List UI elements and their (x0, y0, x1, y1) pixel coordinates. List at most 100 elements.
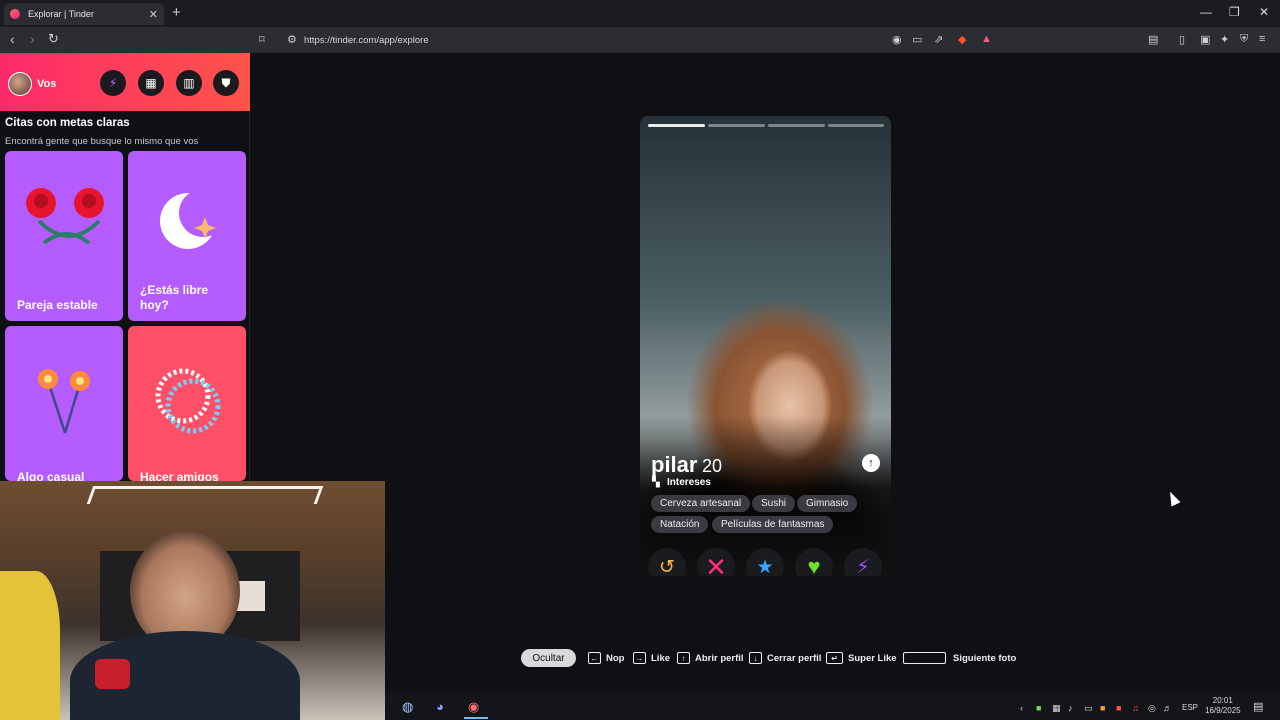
open-profile-icon[interactable]: ↑ (862, 454, 880, 472)
wallet-icon[interactable]: ▣ (1200, 33, 1210, 46)
brave-browser-icon[interactable]: ◉ (468, 699, 479, 715)
person-left-shirt (0, 571, 60, 720)
right-arrow-key-icon: → (633, 652, 646, 664)
card-pareja-estable[interactable]: Pareja estable (5, 151, 123, 321)
menu-icon[interactable]: ≡ (1259, 33, 1265, 45)
card-hacer-amigos[interactable]: Hacer amigos (128, 326, 246, 481)
steam-icon[interactable]: ◍ (402, 699, 413, 715)
language-indicator[interactable]: ESP (1182, 703, 1198, 712)
photo-indicator[interactable] (648, 124, 705, 127)
sparklers-icon (38, 369, 90, 434)
webcam-overlay (0, 481, 385, 720)
leo-ai-icon[interactable]: ✦ (1220, 33, 1229, 46)
left-arrow-key-icon: ← (588, 652, 601, 664)
tray-nvidia-icon[interactable]: ■ (1036, 703, 1041, 713)
vpn-icon[interactable]: ⛨ (1240, 33, 1248, 46)
photo-indicator[interactable] (828, 124, 884, 127)
card-label: Pareja estable (17, 298, 98, 312)
space-key-icon (903, 652, 946, 664)
bracelets-icon (155, 368, 221, 434)
roses-icon (26, 188, 104, 245)
card-algo-casual[interactable]: Algo casual (5, 326, 123, 481)
ceiling-light (86, 486, 324, 504)
hint-open-profile: ↑ Abrir perfil (677, 652, 744, 664)
boost-icon[interactable]: ⚡ (100, 70, 126, 96)
interest-chip: Sushi (752, 495, 796, 512)
site-info-icon[interactable]: ⚙ (287, 33, 297, 46)
card-label: Hacer amigos (140, 470, 219, 481)
moon-icon (160, 189, 223, 249)
hint-super-like: ↵ Super Like (826, 652, 897, 664)
hint-label: Super Like (848, 652, 897, 664)
hint-close-profile: ↓ Cerrar perfil (749, 652, 821, 664)
new-tab-button[interactable]: + (172, 4, 181, 21)
tray-mic-icon[interactable]: ♪ (1068, 703, 1073, 713)
tray-mic-muted-icon[interactable]: ♫ (1132, 703, 1139, 713)
browser-tab[interactable]: Explorar | Tinder ✕ (4, 3, 164, 25)
tray-record-icon[interactable]: ■ (1116, 703, 1121, 713)
hint-like: → Like (633, 652, 670, 664)
red-can (95, 659, 130, 689)
clock-date: 16/9/2025 (1205, 706, 1241, 715)
briefcase-icon[interactable]: ▥ (176, 70, 202, 96)
clock-time: 20:01 (1212, 696, 1233, 705)
tray-volume-icon[interactable]: ♬ (1163, 703, 1172, 713)
tray-app2-icon[interactable]: ■ (1100, 703, 1105, 713)
tab-title: Explorar | Tinder (28, 9, 94, 19)
discord-icon[interactable]: ◕ (436, 699, 444, 714)
forward-icon[interactable]: › (30, 31, 35, 47)
tray-network-icon[interactable]: ◎ (1148, 703, 1156, 714)
explore-icon[interactable]: ▦ (138, 70, 164, 96)
bookmark-icon[interactable]: ⌑ (259, 33, 265, 46)
hide-hints-button[interactable]: Ocultar (521, 649, 576, 667)
active-app-indicator (464, 717, 488, 719)
hint-label: Cerrar perfil (767, 652, 822, 664)
back-icon[interactable]: ‹ (10, 31, 15, 47)
interest-chip: Películas de fantasmas (712, 516, 834, 533)
tray-arrow-icon[interactable]: ‹ (1020, 703, 1023, 713)
sidebar-icon[interactable]: ▯ (1179, 33, 1185, 46)
section-title: Citas con metas claras (5, 117, 130, 129)
interest-chip: Gimnasio (797, 495, 858, 512)
brave-shield-icon[interactable]: ◆ (958, 33, 966, 46)
tab-search-icon[interactable]: ▤ (1148, 33, 1158, 46)
section-subtitle: Encontrá gente que busque lo mismo que v… (5, 136, 199, 147)
photo-indicator[interactable] (708, 124, 765, 127)
hint-next-photo: Siguiente foto (903, 652, 1016, 664)
enter-key-icon: ↵ (826, 652, 843, 664)
taskbar-clock[interactable]: 20:01 16/9/2025 (1205, 696, 1241, 716)
reload-icon[interactable]: ↻ (48, 31, 59, 47)
interest-chip: Natación (651, 516, 709, 533)
notification-icon[interactable]: ▤ (1253, 700, 1263, 713)
close-window-icon[interactable]: ✕ (1259, 5, 1269, 19)
down-arrow-key-icon: ↓ (749, 652, 762, 664)
location-icon[interactable]: ◉ (892, 33, 902, 46)
hint-label: Nop (606, 652, 625, 664)
profile-label[interactable]: Vos (37, 78, 56, 90)
interests-label: Intereses (667, 477, 711, 488)
brave-rewards-icon[interactable]: ▲ (981, 33, 992, 45)
tinder-favicon-icon (10, 9, 20, 19)
profile-card[interactable]: pilar 20 ↑ ▚ Intereses Cerveza artesanal… (640, 116, 891, 576)
hint-label: Like (651, 652, 671, 664)
interests-icon: ▚ (652, 477, 660, 488)
share-icon[interactable]: ⇗ (934, 33, 943, 46)
shield-icon[interactable]: ⛊ (213, 70, 239, 96)
browser-tab-bar (0, 0, 1280, 27)
restore-icon[interactable]: ❐ (1229, 5, 1240, 19)
tab-close-icon[interactable]: ✕ (149, 8, 158, 21)
interest-chip: Cerveza artesanal (651, 495, 751, 512)
tray-app-icon[interactable]: ▦ (1052, 703, 1061, 714)
hint-nope: ← Nop (588, 652, 624, 664)
profile-name: pilar (651, 452, 698, 477)
minimize-icon[interactable]: — (1200, 5, 1212, 19)
card-label: ¿Estás libre hoy? (140, 283, 209, 312)
cast-icon[interactable]: ▭ (912, 33, 922, 46)
up-arrow-key-icon: ↑ (677, 652, 690, 664)
profile-age: 20 (702, 456, 723, 476)
photo-indicator[interactable] (768, 124, 825, 127)
tray-display-icon[interactable]: ▭ (1084, 703, 1093, 714)
taskbar (385, 693, 1280, 720)
card-estas-libre-hoy[interactable]: ¿Estás libre hoy? (128, 151, 246, 321)
avatar[interactable] (8, 72, 32, 96)
